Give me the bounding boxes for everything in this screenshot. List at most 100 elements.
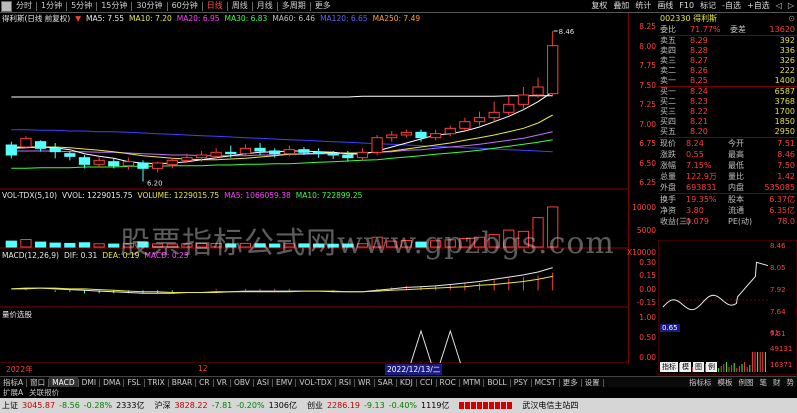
stat-row: 涨幅 7.15% 最低 7.50 [658, 160, 797, 171]
ticker-ext[interactable]: 扩展A [0, 387, 26, 398]
candle-body [254, 147, 266, 152]
candle-body [78, 157, 91, 165]
stat-label-2: 流通 [728, 206, 744, 215]
circle-icon[interactable]: ⊙ [788, 14, 795, 24]
mini-axis-tick: 7.64 [770, 308, 786, 316]
quote-volume: 1850 [774, 117, 795, 126]
stat-label: 净资 [660, 206, 676, 215]
macd-axis-tick-2: 0.00 [639, 284, 656, 294]
period-tab-9[interactable]: 多周期 [279, 0, 309, 12]
stat-label: 外盘 [660, 183, 676, 192]
quote-row[interactable]: 卖四 8.28 336 [658, 46, 797, 56]
candle-body [5, 144, 17, 156]
tab-divider [602, 378, 604, 387]
stat-row: 换手 19.35% 股本 6.37亿 [658, 194, 797, 205]
toolbar-action-8[interactable]: ◁ [773, 0, 785, 12]
period-tab-5[interactable]: 60分钟 [169, 0, 201, 12]
stock-header: 002330 得利斯 ⊙ [658, 13, 797, 25]
mini-vol-tick: 61 [770, 329, 779, 337]
sh-change: -8.56 [59, 401, 80, 410]
toolbar-action-2[interactable]: 统计 [632, 0, 654, 12]
quote-row[interactable]: 卖五 8.29 392 [658, 36, 797, 46]
toolbar-divider [36, 1, 37, 11]
toolbar-divider [251, 1, 253, 11]
stat-value: 693831 [686, 183, 717, 192]
quote-row[interactable]: 买三 8.22 1700 [658, 107, 797, 117]
date-mid: 12 [198, 364, 208, 373]
ma20-line [11, 131, 553, 157]
ticker-related[interactable]: 关联报价 [26, 387, 62, 398]
candle-body [269, 150, 281, 155]
period-tab-4[interactable]: 30分钟 [133, 0, 165, 12]
stat-value: 7.15% [686, 161, 712, 170]
toolbar-action-4[interactable]: F10 [676, 0, 697, 12]
hs-change: -7.81 [211, 401, 233, 410]
toolbar-square-icon[interactable] [1, 0, 12, 12]
candle-body [473, 117, 486, 123]
toolbar-action-5[interactable]: 标记 [697, 0, 719, 12]
vol-volume: VOLUME: 1229015.75 [137, 191, 220, 200]
toolbar-divider [226, 1, 228, 11]
cursor-date: 2022/12/13/二 [385, 364, 443, 375]
toolbar-action-3[interactable]: 画线 [654, 0, 676, 12]
quote-row[interactable]: 卖三 8.27 326 [658, 56, 797, 66]
candle-body [64, 153, 76, 157]
mini-tab-2[interactable]: 图 [693, 362, 704, 372]
stat-label: 涨幅 [660, 161, 676, 170]
kline-chart-area[interactable]: 得利斯(日线 前复权) ▼ MA5: 7.55 MA10: 7.20 MA20:… [0, 13, 628, 363]
quote-label: 买一 [660, 87, 676, 96]
toolbar-divider [166, 1, 168, 11]
mini-tab-3[interactable]: 例 [706, 362, 717, 372]
sh-pct: -0.28% [83, 401, 113, 410]
period-tab-7[interactable]: 周线 [229, 0, 251, 12]
stat-label: 总量 [660, 172, 676, 181]
toolbar-action-9[interactable]: ▷ [785, 0, 797, 12]
quote-row[interactable]: 买四 8.21 1850 [658, 117, 797, 127]
mini-tab-0[interactable]: 指标 [660, 362, 678, 372]
price-tick-7: 6.50 [639, 158, 656, 168]
vol-title: VOL-TDX(5,10) [2, 191, 58, 200]
period-tab-8[interactable]: 月线 [254, 0, 276, 12]
candle-body [225, 151, 237, 155]
quote-row[interactable]: 买二 8.23 3768 [658, 97, 797, 107]
period-tab-1[interactable]: 1分钟 [38, 0, 65, 12]
stat-label-2: 今开 [728, 139, 744, 148]
period-tab-2[interactable]: 5分钟 [68, 0, 95, 12]
quote-price: 8.21 [690, 117, 708, 126]
stat-row: 涨跌 0.55 最高 8.46 [658, 149, 797, 160]
toolbar-divider [276, 1, 278, 11]
period-tab-0[interactable]: 分时 [13, 0, 35, 12]
toolbar-action-1[interactable]: 叠加 [610, 0, 632, 12]
candle-body [386, 134, 398, 139]
period-tab-3[interactable]: 15分钟 [98, 0, 130, 12]
quote-row[interactable]: 买一 8.24 6587 [658, 87, 797, 97]
vol-axis-tick-0: 10000 [632, 203, 656, 212]
stat-label-2: PE(动) [728, 217, 753, 226]
low-annotation: 6.20 [147, 180, 163, 188]
quote-panel: 002330 得利斯 ⊙ 委比 71.77% 委差 13620 卖五 8.29 39… [658, 13, 797, 239]
server-name: 武汉电信主站四 [522, 401, 579, 410]
intraday-mini-chart[interactable]: 8.46 8.05 7.92 7.64 7.51 61 49131 16371 0.65 指标… [657, 239, 797, 376]
stat-row: 收益(三) 0.079 PE(动) 78.0 [658, 216, 797, 227]
quote-volume: 2950 [774, 127, 795, 136]
candle-body [488, 111, 500, 119]
market-heat-icon [457, 402, 514, 409]
candle-body [166, 159, 178, 165]
quote-price: 8.28 [690, 46, 708, 55]
candle-body [400, 131, 412, 136]
stat-value: 122.9万 [686, 172, 717, 181]
stat-value: 8.24 [686, 139, 704, 148]
mini-tab-1[interactable]: 模 [680, 362, 691, 372]
period-tab-10[interactable]: 更多 [312, 0, 334, 12]
stat-value: 3.80 [686, 206, 704, 215]
quote-row[interactable]: 卖一 8.25 1400 [658, 76, 797, 86]
quote-row[interactable]: 买五 8.20 2950 [658, 127, 797, 137]
toolbar-divider [96, 1, 98, 11]
toolbar-action-0[interactable]: 复权 [588, 0, 610, 12]
toolbar-action-7[interactable]: +自选 [744, 0, 773, 12]
period-tab-6[interactable]: 日线 [204, 0, 226, 12]
toolbar-action-6[interactable]: -自选 [719, 0, 744, 12]
quote-row[interactable]: 卖二 8.26 222 [658, 66, 797, 76]
price-tick-2: 7.75 [639, 61, 656, 70]
stat-label-2: 最高 [728, 150, 744, 159]
